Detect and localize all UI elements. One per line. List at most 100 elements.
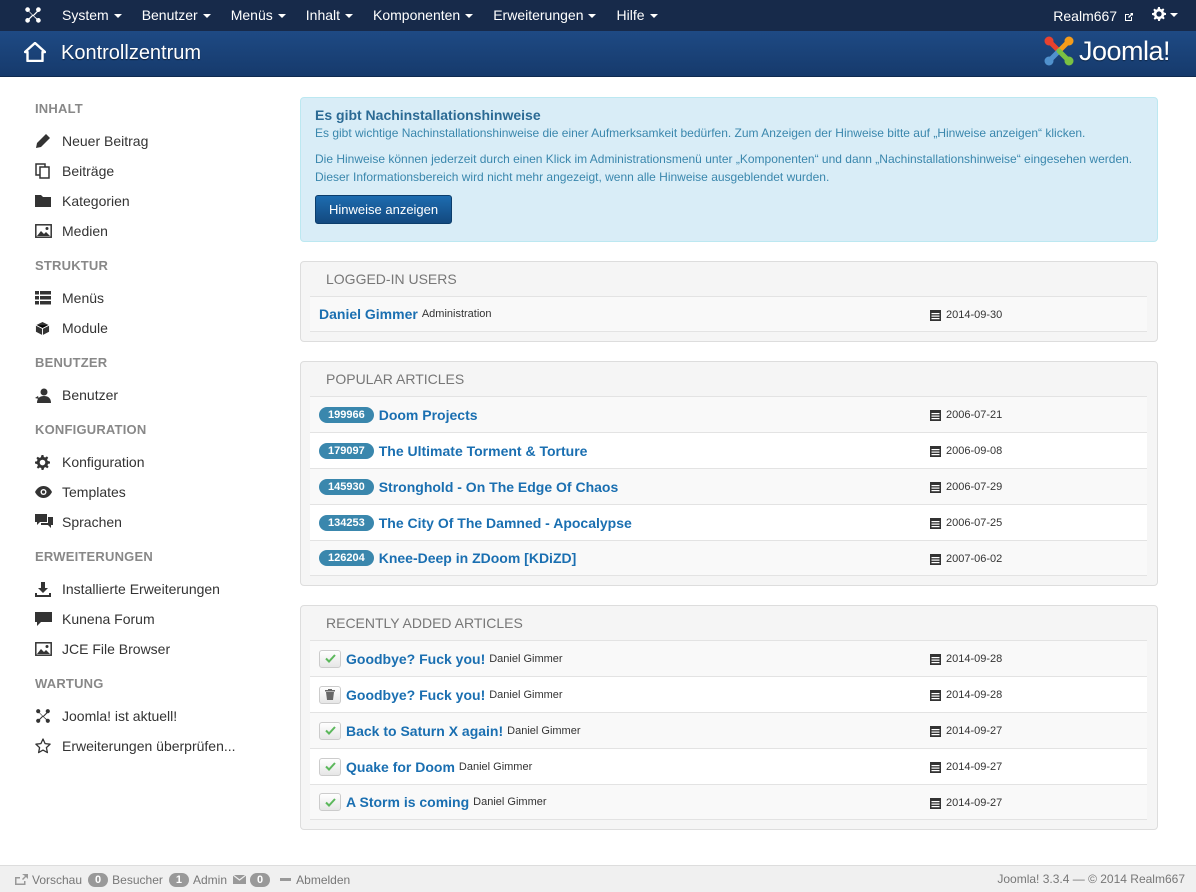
gear-icon <box>1152 7 1166 21</box>
sidebar-item-new-article[interactable]: Neuer Beitrag <box>35 126 275 156</box>
sidebar-item-installed-extensions[interactable]: Installierte Erweiterungen <box>35 574 275 604</box>
sidebar-item-modules[interactable]: Module <box>35 313 275 343</box>
alert-heading: Es gibt Nachinstallationshinweise <box>315 107 541 123</box>
share-icon <box>15 874 28 885</box>
check-icon <box>324 797 336 807</box>
article-link[interactable]: Back to Saturn X again! <box>346 723 503 739</box>
menu-menues[interactable]: Menüs <box>221 0 296 31</box>
article-link[interactable]: Knee-Deep in ZDoom [KDiZD] <box>379 550 577 566</box>
article-author: Daniel Gimmer <box>473 796 547 808</box>
folder-icon <box>35 195 51 207</box>
sidebar-heading-wartung: WARTUNG <box>35 676 104 691</box>
admin-count-badge: 1 <box>168 872 189 887</box>
article-link[interactable]: Goodbye? Fuck you! <box>346 687 485 703</box>
status-bar: Vorschau 0 Besucher 1 Admin 0 Abmelden J… <box>0 865 1196 892</box>
trashed-state-button[interactable] <box>319 685 341 704</box>
calendar-icon <box>930 797 941 809</box>
sidebar-item-users[interactable]: Benutzer <box>35 380 275 410</box>
published-state-button[interactable] <box>319 757 341 776</box>
table-row: Goodbye? Fuck you! Daniel Gimmer 2014-09… <box>310 640 1147 676</box>
hits-badge: 199966 <box>319 406 374 423</box>
sidebar-item-media[interactable]: Medien <box>35 216 275 246</box>
admin-status: 1 Admin <box>168 872 227 887</box>
copy-icon <box>35 163 50 179</box>
panel-heading: LOGGED-IN USERS <box>326 271 457 287</box>
article-link[interactable]: The Ultimate Torment & Torture <box>379 443 588 459</box>
hits-badge: 126204 <box>319 550 374 566</box>
published-state-button[interactable] <box>319 649 341 668</box>
article-link[interactable]: The City Of The Damned - Apocalypse <box>379 515 632 531</box>
article-link[interactable]: Quake for Doom <box>346 759 455 775</box>
table-row: Goodbye? Fuck you! Daniel Gimmer 2014-09… <box>310 676 1147 712</box>
published-state-button[interactable] <box>319 721 341 740</box>
calendar-icon <box>930 653 941 665</box>
main-menu: System Benutzer Menüs Inhalt Komponenten… <box>52 0 668 31</box>
sidebar-heading-struktur: STRUKTUR <box>35 258 109 273</box>
sidebar-item-templates[interactable]: Templates <box>35 477 275 507</box>
calendar-icon <box>930 517 941 529</box>
image-icon <box>35 224 52 238</box>
table-row: Back to Saturn X again! Daniel Gimmer 20… <box>310 712 1147 748</box>
menu-komponenten[interactable]: Komponenten <box>363 0 483 31</box>
article-link[interactable]: Doom Projects <box>379 407 478 423</box>
user-settings-menu[interactable] <box>1152 7 1178 24</box>
sidebar-item-menus[interactable]: Menüs <box>35 283 275 313</box>
menu-hilfe[interactable]: Hilfe <box>606 0 667 31</box>
show-messages-button[interactable]: Hinweise anzeigen <box>315 195 453 224</box>
messages-link[interactable]: 0 <box>233 872 274 887</box>
joomla-logo: Joomla! <box>1043 35 1171 67</box>
sidebar-item-languages[interactable]: Sprachen <box>35 507 275 537</box>
table-row: A Storm is coming Daniel Gimmer 2014-09-… <box>310 784 1147 820</box>
caret-down-icon <box>649 14 658 18</box>
menu-system[interactable]: System <box>52 0 132 31</box>
article-author: Daniel Gimmer <box>458 760 533 773</box>
caret-down-icon <box>588 14 597 18</box>
joomla-brand-icon[interactable] <box>24 6 42 24</box>
sidebar-item-categories[interactable]: Kategorien <box>35 186 275 216</box>
user-icon <box>35 388 51 403</box>
user-name-link[interactable]: Daniel Gimmer <box>319 306 418 322</box>
sidebar-item-configuration[interactable]: Konfiguration <box>35 447 275 477</box>
sidebar-heading-erweiterungen: ERWEITERUNGEN <box>35 549 153 564</box>
caret-down-icon <box>113 14 122 18</box>
sidebar-item-articles[interactable]: Beiträge <box>35 156 275 186</box>
visitors-count-badge: 0 <box>88 872 109 887</box>
sidebar: INHALT Neuer Beitrag Beiträge Kategorien… <box>35 90 275 761</box>
sidebar-item-joomla-update[interactable]: Joomla! ist aktuell! <box>35 701 275 731</box>
article-author: Daniel Gimmer <box>489 688 563 701</box>
published-state-button[interactable] <box>319 793 341 811</box>
page-header: Kontrollzentrum Joomla! <box>0 31 1196 77</box>
list-icon <box>35 291 51 305</box>
logout-link[interactable]: Abmelden <box>280 873 350 887</box>
comments-icon <box>35 514 53 528</box>
sidebar-item-check-extensions[interactable]: Erweiterungen überprüfen... <box>35 731 275 761</box>
table-row: 126204 Knee-Deep in ZDoom [KDiZD] 2007-0… <box>310 540 1147 576</box>
cube-icon <box>35 321 50 335</box>
calendar-icon <box>930 481 941 493</box>
site-link[interactable]: Realm667 <box>1053 8 1134 24</box>
article-link[interactable]: A Storm is coming <box>346 794 469 810</box>
menu-benutzer[interactable]: Benutzer <box>132 0 221 31</box>
top-navbar: System Benutzer Menüs Inhalt Komponenten… <box>0 0 1196 31</box>
article-link[interactable]: Stronghold - On The Edge Of Chaos <box>379 479 619 495</box>
joomla-logo-icon <box>1044 36 1074 66</box>
sidebar-item-jce-file-browser[interactable]: JCE File Browser <box>35 634 275 664</box>
sidebar-item-kunena-forum[interactable]: Kunena Forum <box>35 604 275 634</box>
calendar-icon <box>930 725 941 737</box>
calendar-icon <box>930 553 941 565</box>
minus-icon <box>280 878 292 881</box>
external-link-icon <box>1125 12 1133 21</box>
table-row: Daniel Gimmer Administration 2014-09-30 <box>310 296 1147 332</box>
preview-link[interactable]: Vorschau <box>15 873 82 887</box>
article-link[interactable]: Goodbye? Fuck you! <box>346 651 485 667</box>
table-row: 145930 Stronghold - On The Edge Of Chaos… <box>310 468 1147 504</box>
menu-inhalt[interactable]: Inhalt <box>296 0 363 31</box>
panel-heading: RECENTLY ADDED ARTICLES <box>326 615 523 631</box>
calendar-icon <box>930 309 941 321</box>
sidebar-heading-konfiguration: KONFIGURATION <box>35 422 147 437</box>
menu-erweiterungen[interactable]: Erweiterungen <box>483 0 606 31</box>
footer-version: Joomla! 3.3.4 — © 2014 Realm667 <box>997 872 1185 886</box>
table-row: 134253 The City Of The Damned - Apocalyp… <box>310 504 1147 540</box>
calendar-icon <box>930 409 941 421</box>
cog-icon <box>35 454 50 470</box>
